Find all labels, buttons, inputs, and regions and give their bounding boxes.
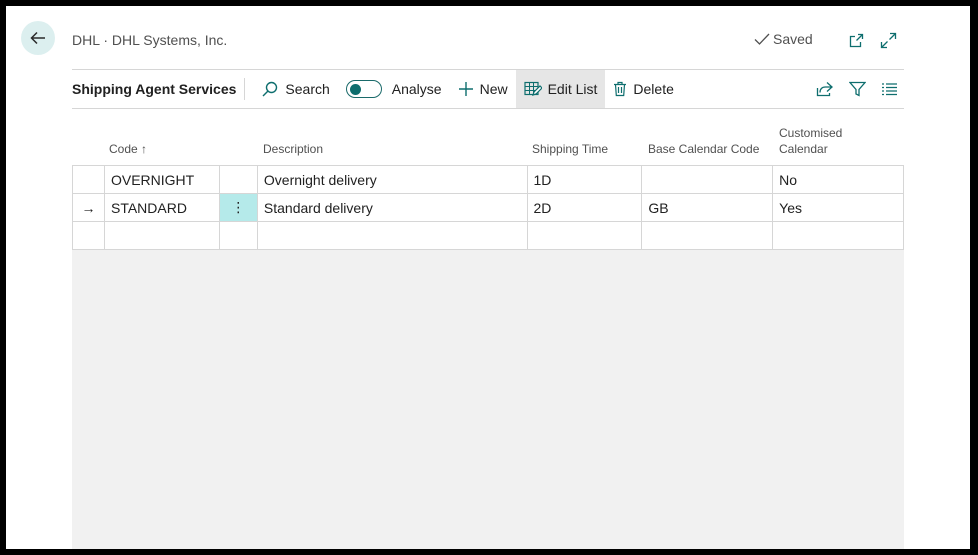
row-actions-menu-button[interactable]: ⋮ xyxy=(218,193,258,222)
row-indicator[interactable] xyxy=(72,165,105,194)
column-header-description[interactable]: Description xyxy=(263,141,323,157)
search-button[interactable]: Search xyxy=(253,70,337,108)
breadcrumb: DHL · DHL Systems, Inc. xyxy=(72,32,228,48)
analyse-label: Analyse xyxy=(391,81,442,97)
search-label: Search xyxy=(285,81,330,97)
sort-ascending-icon: ↑ xyxy=(141,142,148,156)
page-header: DHL · DHL Systems, Inc. Saved xyxy=(6,6,970,70)
row-menu-cell[interactable] xyxy=(218,165,258,194)
row-menu-cell[interactable] xyxy=(218,221,258,250)
cell-base-calendar-code[interactable] xyxy=(641,221,774,250)
cell-code[interactable]: STANDARD xyxy=(103,193,220,222)
edit-list-button[interactable]: Edit List xyxy=(515,70,606,108)
divider xyxy=(244,78,246,100)
view-actions xyxy=(816,70,904,108)
open-new-window-icon xyxy=(849,33,863,47)
column-header-customised-calendar[interactable]: Customised Calendar xyxy=(779,125,842,157)
table-row[interactable]: → STANDARD ⋮ Standard delivery 2D GB Yes xyxy=(72,193,904,222)
new-button[interactable]: New xyxy=(450,70,516,108)
cell-customised-calendar[interactable]: Yes xyxy=(772,193,904,222)
app-window: DHL · DHL Systems, Inc. Saved Shipping A… xyxy=(6,6,970,549)
delete-button[interactable]: Delete xyxy=(605,70,681,108)
list-view-icon xyxy=(881,83,897,96)
action-bar: Shipping Agent Services Search Analyse N… xyxy=(72,70,904,108)
switch-knob xyxy=(349,83,361,95)
plus-icon xyxy=(458,82,473,96)
cell-shipping-time[interactable]: 1D xyxy=(526,165,643,194)
column-label: Calendar xyxy=(779,142,828,156)
new-label: New xyxy=(479,81,508,97)
back-arrow-icon xyxy=(30,31,45,45)
cell-description[interactable] xyxy=(256,221,528,250)
cell-customised-calendar[interactable] xyxy=(772,221,904,250)
share-icon xyxy=(816,82,833,97)
column-label: Code xyxy=(109,142,138,156)
expand-button[interactable] xyxy=(878,30,898,50)
list-grid: Code ↑ Description Shipping Time Base Ca… xyxy=(72,109,904,549)
analyse-toggle[interactable]: Analyse xyxy=(338,70,450,108)
cell-code[interactable]: OVERNIGHT xyxy=(103,165,220,194)
cell-base-calendar-code[interactable] xyxy=(641,165,774,194)
expand-icon xyxy=(880,32,896,48)
cell-shipping-time[interactable]: 2D xyxy=(526,193,643,222)
table-row[interactable] xyxy=(72,221,904,250)
analyse-switch[interactable] xyxy=(345,80,382,98)
cell-description[interactable]: Overnight delivery xyxy=(256,165,528,194)
trash-icon xyxy=(614,81,627,97)
cell-description[interactable]: Standard delivery xyxy=(256,193,528,222)
checkmark-icon xyxy=(754,33,770,45)
page-title: Shipping Agent Services xyxy=(72,81,237,97)
table-header: Code ↑ Description Shipping Time Base Ca… xyxy=(72,109,904,165)
cell-shipping-time[interactable] xyxy=(526,221,643,250)
row-indicator[interactable] xyxy=(72,221,105,250)
column-header-base-calendar-code[interactable]: Base Calendar Code xyxy=(648,141,759,157)
current-row-arrow-icon: → xyxy=(72,193,105,222)
edit-list-label: Edit List xyxy=(547,81,598,97)
edit-list-icon xyxy=(523,81,542,96)
saved-status: Saved xyxy=(754,31,813,47)
column-label: Customised xyxy=(779,126,843,140)
delete-label: Delete xyxy=(633,81,674,97)
column-header-shipping-time[interactable]: Shipping Time xyxy=(532,141,608,157)
cell-base-calendar-code[interactable]: GB xyxy=(641,193,774,222)
open-new-window-button[interactable] xyxy=(846,30,866,50)
cell-customised-calendar[interactable]: No xyxy=(772,165,904,194)
saved-label: Saved xyxy=(773,31,813,47)
filter-icon xyxy=(848,81,866,97)
filter-button[interactable] xyxy=(848,80,866,98)
share-button[interactable] xyxy=(816,80,834,98)
search-icon xyxy=(262,81,278,97)
back-button[interactable] xyxy=(21,21,55,55)
column-header-code[interactable]: Code ↑ xyxy=(109,141,147,157)
cell-code[interactable] xyxy=(103,221,220,250)
table-row[interactable]: OVERNIGHT Overnight delivery 1D No xyxy=(72,165,904,194)
data-table: OVERNIGHT Overnight delivery 1D No → STA… xyxy=(72,165,904,250)
list-view-button[interactable] xyxy=(880,80,898,98)
